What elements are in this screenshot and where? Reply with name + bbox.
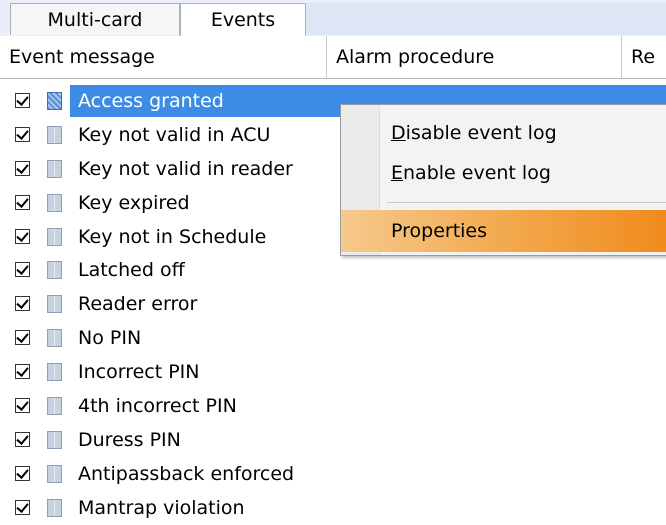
tab-multi-card[interactable]: Multi-card xyxy=(10,3,180,35)
event-label: Key not valid in reader xyxy=(78,157,293,180)
event-icon xyxy=(47,329,62,348)
menu-accelerator: E xyxy=(391,162,404,184)
menu-item-enable-event-log[interactable]: Enable event log xyxy=(341,153,666,193)
event-label: 4th incorrect PIN xyxy=(78,395,237,418)
event-checkbox[interactable] xyxy=(15,93,30,108)
column-header-re[interactable]: Re xyxy=(622,36,666,78)
event-row[interactable]: Antipassback enforced xyxy=(0,457,666,491)
event-icon xyxy=(47,397,62,416)
event-label: No PIN xyxy=(78,327,142,350)
tab-strip: Multi-card Events xyxy=(0,0,666,37)
event-label: Mantrap violation xyxy=(78,496,245,519)
event-row[interactable]: Incorrect PIN xyxy=(0,355,666,389)
event-icon xyxy=(47,295,62,314)
event-icon xyxy=(47,363,62,382)
event-row[interactable]: Mantrap violation xyxy=(0,491,666,525)
event-icon xyxy=(47,193,62,212)
event-checkbox[interactable] xyxy=(15,296,30,312)
event-row[interactable]: 4th incorrect PIN xyxy=(0,389,666,423)
event-label: Incorrect PIN xyxy=(78,361,200,384)
event-label: Key not valid in ACU xyxy=(78,123,271,146)
tab-events[interactable]: Events xyxy=(180,3,306,36)
menu-accelerator: D xyxy=(391,122,406,144)
event-checkbox[interactable] xyxy=(15,126,30,142)
event-icon xyxy=(47,227,62,246)
event-label: Access granted xyxy=(78,90,224,112)
event-icon xyxy=(47,430,62,449)
event-row[interactable]: No PIN xyxy=(0,321,666,355)
event-icon xyxy=(47,159,62,178)
column-header-event-message[interactable]: Event message xyxy=(0,36,327,78)
event-row[interactable]: Latched off xyxy=(0,253,666,287)
event-checkbox[interactable] xyxy=(15,330,30,346)
menu-item-disable-event-log[interactable]: Disable event log xyxy=(341,113,666,153)
column-header-alarm-procedure[interactable]: Alarm procedure xyxy=(327,36,622,78)
event-checkbox[interactable] xyxy=(15,398,30,414)
event-checkbox[interactable] xyxy=(15,499,30,515)
event-label: Antipassback enforced xyxy=(78,462,295,485)
column-header-row: Event message Alarm procedure Re xyxy=(0,36,666,79)
menu-item-label: Properties xyxy=(391,220,488,242)
event-row[interactable]: Reader error xyxy=(0,287,666,321)
event-icon xyxy=(47,498,62,517)
event-icon xyxy=(47,92,62,110)
event-label: Duress PIN xyxy=(78,428,181,451)
menu-item-properties[interactable]: Properties xyxy=(341,210,666,252)
event-label: Reader error xyxy=(78,293,198,316)
event-checkbox[interactable] xyxy=(15,194,30,210)
menu-item-label: isable event log xyxy=(405,122,557,144)
tab-strip-filler xyxy=(306,3,666,35)
event-checkbox[interactable] xyxy=(15,262,30,278)
menu-item-label: nable event log xyxy=(403,162,551,184)
event-label: Key expired xyxy=(78,191,190,214)
event-icon xyxy=(47,261,62,280)
context-menu: Disable event log Enable event log Prope… xyxy=(340,104,666,256)
event-row[interactable]: Duress PIN xyxy=(0,423,666,457)
event-checkbox[interactable] xyxy=(15,160,30,176)
event-checkbox[interactable] xyxy=(15,465,30,481)
event-checkbox[interactable] xyxy=(15,364,30,380)
event-label: Latched off xyxy=(78,259,185,282)
menu-separator xyxy=(387,202,666,203)
event-checkbox[interactable] xyxy=(15,431,30,447)
event-label: Key not in Schedule xyxy=(78,225,267,248)
event-icon xyxy=(47,464,62,483)
event-checkbox[interactable] xyxy=(15,228,30,244)
event-icon xyxy=(47,125,62,144)
